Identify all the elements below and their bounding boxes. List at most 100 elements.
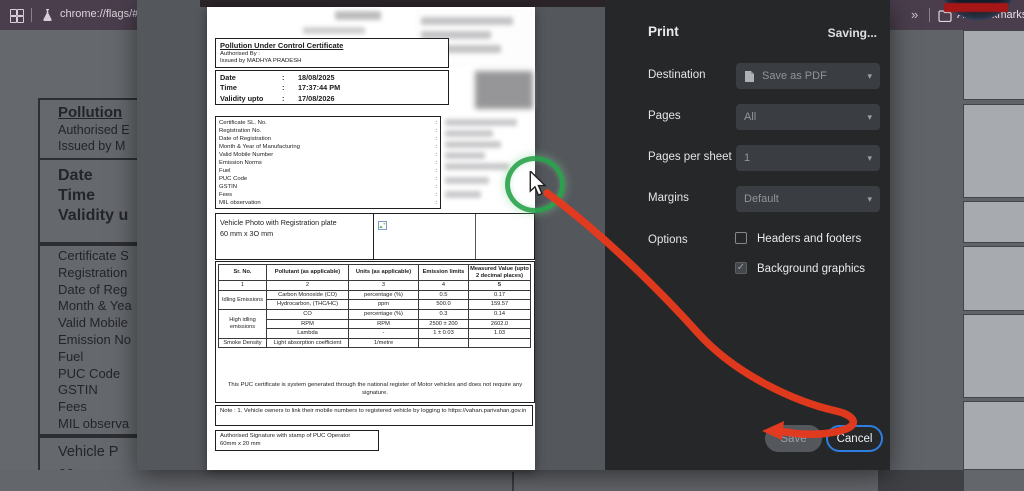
bg-page-divider-line <box>512 472 514 491</box>
headers-footers-checkbox-label[interactable]: Headers and footers <box>757 233 861 245</box>
bookmarks-overflow-chevron[interactable]: » <box>911 7 918 22</box>
bg-field: PUC Code <box>58 365 121 381</box>
bg-table-cell <box>963 201 1024 243</box>
bg-table-cell <box>963 104 1024 198</box>
field-row: Month & Year of Manufacturing: <box>219 144 437 151</box>
bg-field: Date of Reg <box>58 281 128 297</box>
chevron-down-icon: ▾ <box>867 193 872 204</box>
divider <box>929 8 930 22</box>
field-row: Date of Registration: <box>219 136 437 143</box>
field-row: Emission Norms: <box>219 160 437 167</box>
field-row: Valid Mobile Number: <box>219 152 437 159</box>
bg-field: GSTIN <box>58 382 98 398</box>
bg-field: Fees <box>58 399 87 415</box>
table-header-row: Sr. No. Pollutant (as applicable) Units … <box>218 263 531 282</box>
click-highlight-circle <box>505 156 565 213</box>
print-preview-page: Pollution Under Control Certificate Auth… <box>207 7 535 470</box>
pages-label: Pages <box>648 110 681 122</box>
redacted-subtitle <box>303 27 365 34</box>
certificate-validity-box: Date:18/08/2025 Time:17:37:44 PM Validit… <box>215 70 449 105</box>
panel-shadow <box>878 470 964 491</box>
chevron-down-icon: ▾ <box>867 111 872 122</box>
bg-validity-label: Validity u <box>58 207 129 224</box>
table-row: Idling Emissions Carbon Monoxide (CO) pe… <box>218 289 531 310</box>
vehicle-photo-cell <box>374 214 534 259</box>
cancel-button[interactable]: Cancel <box>826 425 883 452</box>
chevron-down-icon: ▾ <box>867 70 872 81</box>
pages-per-sheet-dropdown[interactable]: 1 ▾ <box>736 145 880 171</box>
channel-logo-band <box>944 3 1008 12</box>
certificate-note-box: Note : 1. Vehicle owners to link their m… <box>215 405 533 426</box>
print-settings-panel: Print Saving... Destination Save as PDF … <box>605 0 890 470</box>
emission-table: Sr. No. Pollutant (as applicable) Units … <box>218 263 531 349</box>
field-row: Fees: <box>219 192 437 199</box>
saving-status: Saving... <box>827 26 877 40</box>
bg-time-label: Time <box>58 187 96 204</box>
bg-field: Emission No <box>58 331 131 347</box>
signature-box: Authorised Signature with stamp of PUC O… <box>215 430 379 451</box>
vehicle-photo-label: Vehicle Photo with Registration plate 60… <box>216 214 374 259</box>
flask-icon[interactable] <box>41 8 54 27</box>
bg-vehicle-line: Vehicle P <box>58 444 119 460</box>
field-row: MIL observation: <box>219 200 437 207</box>
bg-table-cell <box>963 246 1024 311</box>
certificate-authorised: Authorised By : <box>220 51 260 57</box>
bg-issued-line: Issued by M <box>58 139 126 153</box>
table-row: Smoke Density Light absorption coefficie… <box>218 337 531 349</box>
divider <box>31 8 32 22</box>
bg-authorised-line: Authorised E <box>58 123 130 137</box>
bg-table-cell <box>963 30 1024 100</box>
certificate-issued: Issued by MADHYA PRADESH <box>220 58 302 64</box>
validity-row: Validity upto:17/08/2026 <box>220 93 335 103</box>
dimmed-background-right <box>890 30 1024 470</box>
chevron-down-icon: ▾ <box>867 152 872 163</box>
certificate-title: Pollution Under Control Certificate <box>220 41 344 50</box>
certificate-statement: This PUC certificate is system generated… <box>227 382 523 396</box>
bg-fields-box: Certificate S Registration Date of Reg M… <box>38 242 137 438</box>
options-label: Options <box>648 234 688 246</box>
destination-dropdown[interactable]: Save as PDF ▾ <box>736 63 880 89</box>
background-graphics-checkbox[interactable] <box>735 262 747 274</box>
field-row: Certificate SL. No.: <box>219 120 437 126</box>
bg-field: Fuel <box>58 348 84 364</box>
table-row: High idling emissions CO percentage (%) … <box>218 308 531 339</box>
pages-per-sheet-label: Pages per sheet <box>648 151 732 163</box>
date-row: Date:18/08/2025 <box>220 73 335 82</box>
time-row: Time:17:37:44 PM <box>220 83 341 93</box>
bg-certificate-header-box: Pollution Authorised E Issued by M <box>38 98 137 160</box>
apps-grid-icon[interactable] <box>10 9 24 23</box>
certificate-fields-box: Certificate SL. No.: Registration No.: D… <box>215 116 441 209</box>
field-row: Registration No.: <box>219 128 437 135</box>
divider <box>475 214 476 259</box>
bg-dates-box: Date Time Validity u <box>38 158 137 246</box>
bg-field: Valid Mobile <box>58 315 128 331</box>
screen: chrome://flags/#all. » All Bookmarks Pol… <box>0 0 1024 491</box>
print-dialog: Pollution Under Control Certificate Auth… <box>137 0 890 470</box>
destination-label: Destination <box>648 69 706 81</box>
save-button[interactable]: Save <box>765 425 822 452</box>
background-graphics-checkbox-label[interactable]: Background graphics <box>757 263 865 275</box>
vehicle-photo-box: Vehicle Photo with Registration plate 60… <box>215 213 535 260</box>
certificate-header-box: Pollution Under Control Certificate Auth… <box>215 38 449 68</box>
margins-dropdown[interactable]: Default ▾ <box>736 186 880 212</box>
bg-field: Registration <box>58 264 128 280</box>
print-preview-area: Pollution Under Control Certificate Auth… <box>137 0 605 470</box>
redacted-qr-code <box>475 71 533 109</box>
field-row: GSTIN: <box>219 184 437 191</box>
pages-dropdown[interactable]: All ▾ <box>736 104 880 130</box>
print-dialog-title: Print <box>648 24 679 39</box>
bg-field: Certificate S <box>58 248 129 263</box>
bg-field: Month & Yea <box>58 298 132 314</box>
pdf-file-icon <box>744 70 755 83</box>
preview-top-edge <box>200 0 605 7</box>
bg-date-label: Date <box>58 167 93 184</box>
margins-label: Margins <box>648 192 689 204</box>
table-index-row: 1 2 3 4 5 <box>218 280 531 291</box>
bg-table-cell <box>963 314 1024 398</box>
redacted-form-title <box>335 11 381 20</box>
emission-table-box: Sr. No. Pollutant (as applicable) Units … <box>215 261 535 403</box>
field-row: Fuel: <box>219 168 437 175</box>
bg-field: MIL observa <box>58 415 130 431</box>
headers-footers-checkbox[interactable] <box>735 232 747 244</box>
bg-certificate-title: Pollution <box>58 104 123 121</box>
